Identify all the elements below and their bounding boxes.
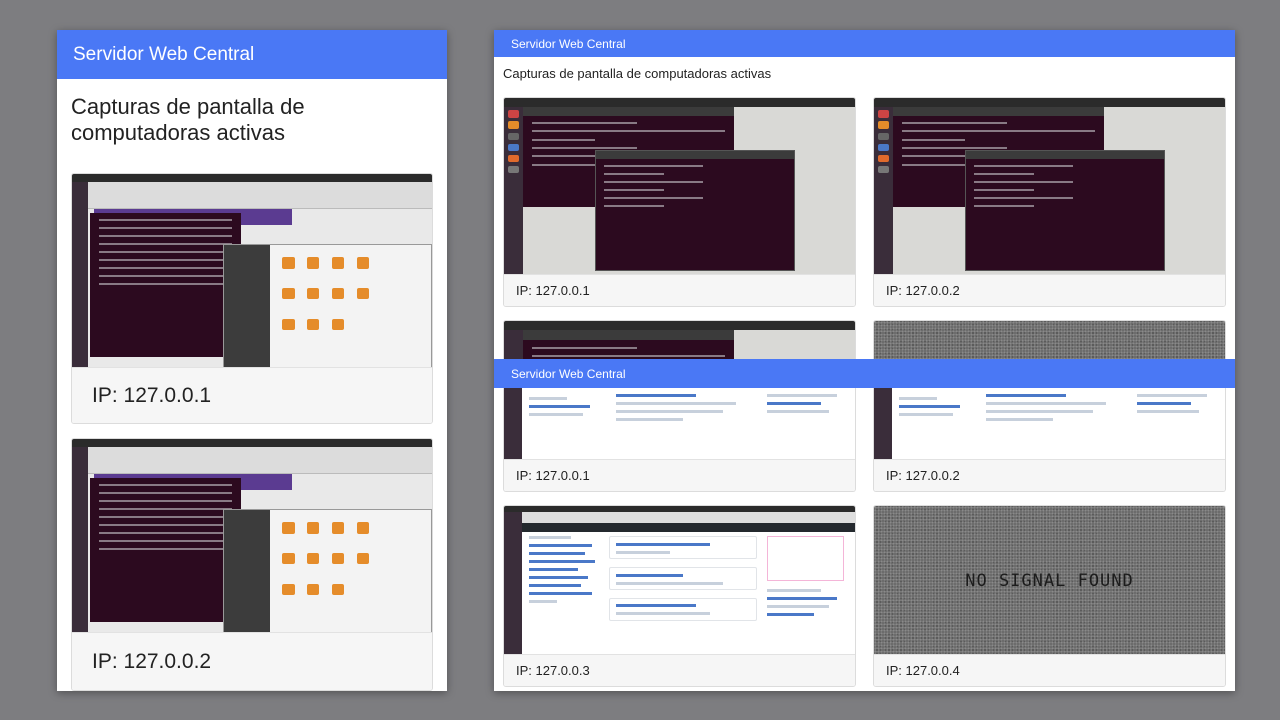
page-title: Capturas de pantalla de computadoras act… (71, 94, 305, 145)
left-panel: Servidor Web Central Capturas de pantall… (57, 30, 447, 691)
ip-label: IP: 127.0.0.2 (92, 649, 212, 673)
card-footer: IP: 127.0.0.2 (874, 459, 1225, 491)
screenshot-card: IP: 127.0.0.1 (71, 173, 433, 424)
right-panel: Servidor Web Central Capturas de pantall… (494, 30, 1235, 691)
ip-label: IP: 127.0.0.4 (886, 663, 960, 678)
screenshot-card: IP: 127.0.0.1 (503, 97, 856, 307)
card-footer: IP: 127.0.0.2 (72, 632, 432, 690)
screenshot-image[interactable]: NO SIGNAL FOUND (874, 506, 1225, 656)
navbar-brand[interactable]: Servidor Web Central (511, 367, 626, 381)
ip-label: IP: 127.0.0.1 (92, 383, 212, 407)
screenshot-image[interactable] (72, 439, 432, 634)
screenshot-card: IP: 127.0.0.3 (503, 505, 856, 687)
card-footer: IP: 127.0.0.1 (504, 459, 855, 491)
card-footer: IP: 127.0.0.4 (874, 654, 1225, 686)
card-footer: IP: 127.0.0.2 (874, 274, 1225, 306)
screenshot-image[interactable] (874, 98, 1225, 276)
page-title: Capturas de pantalla de computadoras act… (503, 66, 772, 81)
navbar: Servidor Web Central (494, 30, 1235, 57)
screenshot-card: IP: 127.0.0.2 (71, 438, 433, 691)
screenshot-card: IP: 127.0.0.2 (873, 97, 1226, 307)
card-footer: IP: 127.0.0.3 (504, 654, 855, 686)
ip-label: IP: 127.0.0.1 (516, 283, 590, 298)
ip-label: IP: 127.0.0.1 (516, 468, 590, 483)
no-signal-text: NO SIGNAL FOUND (965, 571, 1134, 591)
overlay-panel: Servidor Web Central IP: 127.0.0.1 IP: 1… (494, 359, 1235, 691)
navbar-brand[interactable]: Servidor Web Central (73, 44, 254, 66)
navbar-brand[interactable]: Servidor Web Central (511, 37, 626, 51)
ip-label: IP: 127.0.0.2 (886, 283, 960, 298)
screenshot-image[interactable] (72, 174, 432, 369)
screenshot-image[interactable] (504, 98, 855, 276)
screenshot-card: NO SIGNAL FOUND IP: 127.0.0.4 (873, 505, 1226, 687)
ip-label: IP: 127.0.0.2 (886, 468, 960, 483)
screenshot-image[interactable] (504, 506, 855, 656)
card-footer: IP: 127.0.0.1 (72, 367, 432, 423)
navbar: Servidor Web Central (57, 30, 447, 79)
screenshot-image[interactable] (874, 388, 1225, 460)
screenshot-card: IP: 127.0.0.2 (873, 388, 1226, 492)
navbar: Servidor Web Central (494, 359, 1235, 388)
ip-label: IP: 127.0.0.3 (516, 663, 590, 678)
screenshot-image[interactable] (504, 388, 855, 460)
card-footer: IP: 127.0.0.1 (504, 274, 855, 306)
screenshot-card: IP: 127.0.0.1 (503, 388, 856, 492)
